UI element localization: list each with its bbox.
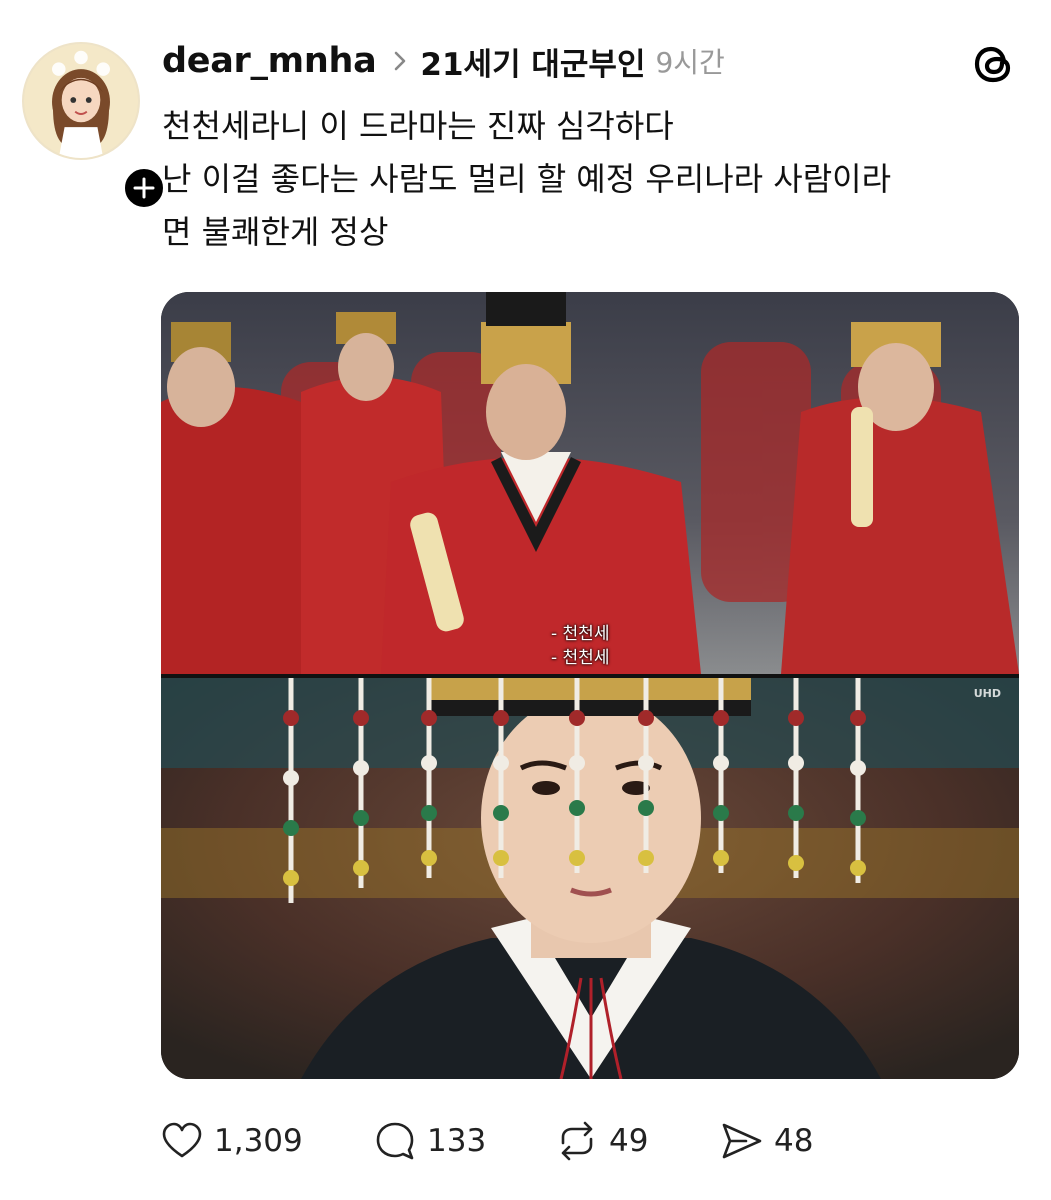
video-subtitles: - 천천세 - 천천세 xyxy=(551,622,609,670)
repost-arrows-icon xyxy=(561,1121,593,1161)
like-count: 1,309 xyxy=(214,1123,303,1159)
subtitle-line: - 천천세 xyxy=(551,648,610,668)
username-link[interactable]: dear_mnha xyxy=(162,41,377,81)
share-button[interactable]: 48 xyxy=(720,1119,813,1163)
post-text-line: 난 이걸 좋다는 사람도 멀리 할 예정 우리나라 사람이라 xyxy=(162,160,892,198)
chevron-right-icon xyxy=(392,50,408,72)
post-actions: 1,309 133 49 48 xyxy=(160,1116,813,1166)
plus-icon xyxy=(133,177,155,199)
speech-bubble-icon xyxy=(376,1122,414,1160)
drama-still-prince xyxy=(161,678,1019,1079)
repost-button[interactable]: 49 xyxy=(555,1119,720,1163)
reply-count: 133 xyxy=(427,1123,487,1159)
post-header: dear_mnha 21세기 대군부인 9시간 xyxy=(162,36,725,86)
uhd-badge: UHD xyxy=(973,687,1001,700)
threads-logo-icon[interactable] xyxy=(970,40,1018,88)
avatar-container[interactable] xyxy=(22,42,167,211)
post-text-line: 천천세라니 이 드라마는 진짜 심각하다 xyxy=(162,107,674,145)
like-button[interactable]: 1,309 xyxy=(160,1119,373,1163)
reply-button[interactable]: 133 xyxy=(373,1119,555,1163)
post-text-line: 면 불쾌한게 정상 xyxy=(162,213,389,251)
drama-still-ceremony xyxy=(161,292,1019,674)
send-icon xyxy=(722,1123,762,1159)
post-text: 천천세라니 이 드라마는 진짜 심각하다 난 이걸 좋다는 사람도 멀리 할 예… xyxy=(162,100,1022,259)
repost-count: 49 xyxy=(609,1123,649,1159)
avatar[interactable] xyxy=(22,42,140,160)
share-count: 48 xyxy=(774,1123,814,1159)
follow-button[interactable] xyxy=(121,165,167,211)
heart-icon xyxy=(162,1122,202,1158)
subtitle-line: - 천천세 xyxy=(551,624,610,644)
post-timestamp: 9시간 xyxy=(655,46,725,79)
community-link[interactable]: 21세기 대군부인 xyxy=(420,39,645,84)
post-media-image[interactable]: - 천천세 - 천천세 UHD xyxy=(161,292,1019,1079)
